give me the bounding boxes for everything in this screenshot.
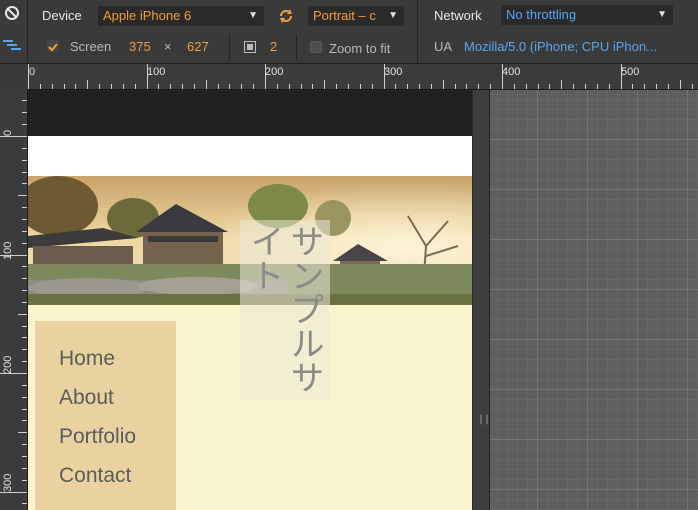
rotate-icon[interactable] [278, 8, 294, 29]
orientation-value: Portrait – c [313, 8, 376, 23]
zoom-to-fit-label: Zoom to fit [329, 41, 391, 56]
site-nav: Home About Portfolio Contact [35, 321, 176, 510]
ruler-label: 300 [2, 474, 14, 492]
ruler-label: 400 [502, 66, 520, 78]
ruler-corner [0, 64, 28, 90]
network-label: Network [434, 8, 482, 23]
ruler-label: 200 [265, 66, 283, 78]
screen-height-input[interactable]: 627 [187, 39, 209, 54]
nav-link-home[interactable]: Home [59, 347, 115, 371]
block-icon[interactable] [4, 5, 20, 26]
vertical-ruler: 0 100 200 300 [0, 90, 28, 510]
ruler-label: 0 [29, 66, 35, 78]
page-header [28, 136, 472, 176]
ruler-label: 0 [2, 130, 14, 136]
viewport-offset-area [28, 90, 472, 136]
ruler-label: 100 [147, 66, 165, 78]
device-pixel-ratio-icon [244, 40, 256, 58]
zoom-checkbox[interactable] [310, 41, 322, 53]
device-emulation-toolbar: Device Apple iPhone 6 ▼ Portrait – c ▼ N… [0, 0, 698, 64]
ruler-label: 500 [621, 66, 639, 78]
nav-link-about[interactable]: About [59, 386, 114, 410]
device-value: Apple iPhone 6 [103, 8, 192, 23]
device-label: Device [42, 8, 82, 23]
network-select[interactable]: No throttling ▼ [501, 5, 673, 25]
orientation-select[interactable]: Portrait – c ▼ [308, 6, 404, 26]
caret-down-icon: ▼ [388, 10, 398, 21]
nav-link-contact[interactable]: Contact [59, 464, 131, 488]
ua-input[interactable]: Mozilla/5.0 (iPhone; CPU iPhon... [464, 39, 657, 54]
screen-width-input[interactable]: 375 [129, 39, 151, 54]
caret-down-icon: ▼ [657, 9, 667, 20]
canvas-grid [490, 90, 698, 510]
site-title: サンプルサイト [240, 220, 330, 400]
screen-label: Screen [70, 39, 112, 54]
nav-link-portfolio[interactable]: Portfolio [59, 425, 136, 449]
emulated-page: サンプルサイト Home About Portfolio Contact [28, 136, 472, 510]
ruler-label: 100 [2, 242, 14, 260]
viewport-resize-handle[interactable]: ||| [472, 90, 496, 510]
device-select[interactable]: Apple iPhone 6 ▼ [98, 6, 264, 26]
ruler-label: 300 [384, 66, 402, 78]
times-sign: × [164, 39, 172, 54]
caret-down-icon: ▼ [248, 10, 258, 21]
screen-checkbox[interactable] [47, 40, 59, 52]
horizontal-ruler: 0 100 200 300 400 500 [28, 64, 698, 90]
media-query-icon[interactable] [3, 38, 21, 57]
dpr-input[interactable]: 2 [270, 39, 277, 54]
network-value: No throttling [506, 7, 577, 22]
ua-label: UA [434, 39, 453, 54]
ruler-label: 200 [2, 356, 14, 374]
